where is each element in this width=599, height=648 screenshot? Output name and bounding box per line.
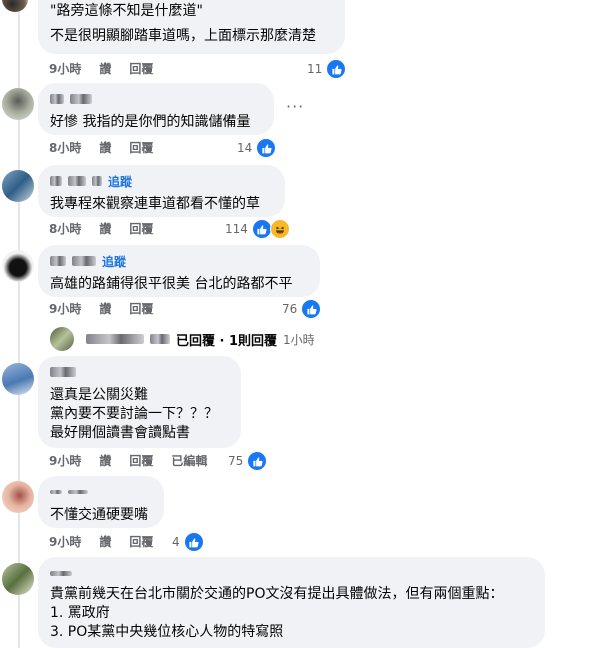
like-button[interactable]: 讚 xyxy=(99,452,111,469)
reaction-number: 75 xyxy=(228,454,244,468)
comment-time[interactable]: 9小時 xyxy=(49,533,81,550)
comment-text: 不懂交通硬要嘴 xyxy=(50,507,148,523)
comment-text: 貴黨前幾天在台北市關於交通的PO文沒有提出具體做法，但有兩個重點： 1. 罵政府… xyxy=(50,586,504,640)
like-button[interactable]: 讚 xyxy=(99,220,111,237)
comment-bubble: 追蹤 我專程來觀察連車道都看不懂的草 xyxy=(38,165,285,217)
like-button[interactable]: 讚 xyxy=(99,300,111,317)
reply-button[interactable]: 回覆 xyxy=(129,533,153,550)
comment-time[interactable]: 9小時 xyxy=(49,452,81,469)
reply-button[interactable]: 回覆 xyxy=(129,60,153,77)
like-icon xyxy=(326,59,347,79)
reply-button[interactable]: 回覆 xyxy=(129,139,153,156)
comment-time[interactable]: 8小時 xyxy=(49,139,81,156)
avatar[interactable] xyxy=(2,88,34,120)
author-name[interactable]: 追蹤 xyxy=(50,253,308,269)
like-button[interactable]: 讚 xyxy=(99,533,111,550)
comment-quote: "路旁這條不知是什麼道" xyxy=(50,3,203,19)
comment-bubble: 好慘 我指的是你們的知識儲備量 xyxy=(38,83,274,135)
avatar[interactable] xyxy=(2,481,34,513)
follow-button[interactable]: 追蹤 xyxy=(102,253,126,270)
reaction-number: 11 xyxy=(307,62,323,76)
author-name[interactable]: 追蹤 xyxy=(50,173,273,189)
comment-text: 高雄的路鋪得很平很美 台北的路都不平 xyxy=(50,276,293,292)
more-options-button[interactable]: ··· xyxy=(286,97,304,116)
comment-actions: 9小時 讚 回覆 xyxy=(49,531,171,551)
comment-text: 還真是公關災難 黨內要不要討論一下？？？ 最好開個讀書會讀點書 xyxy=(50,387,218,441)
comment-actions: 8小時 讚 回覆 xyxy=(49,137,171,157)
reply-time: 1小時 xyxy=(283,332,315,347)
comment-bubble: 貴黨前幾天在台北市關於交通的PO文沒有提出具體做法，但有兩個重點： 1. 罵政府… xyxy=(38,557,545,648)
reaction-number: 76 xyxy=(282,302,298,316)
haha-icon xyxy=(269,219,290,239)
like-icon xyxy=(247,451,268,471)
author-name[interactable] xyxy=(50,364,229,380)
avatar[interactable] xyxy=(2,363,34,395)
comment-bubble: 不懂交通硬要嘴 xyxy=(38,476,164,528)
author-name[interactable] xyxy=(50,565,533,581)
comment-actions: 9小時 讚 回覆 已編輯 xyxy=(49,450,225,470)
reaction-count[interactable]: 14 xyxy=(237,138,277,158)
author-name[interactable] xyxy=(50,91,262,107)
comment-actions: 9小時 讚 回覆 xyxy=(49,298,171,318)
avatar[interactable] xyxy=(2,0,28,12)
reply-button[interactable]: 回覆 xyxy=(129,220,153,237)
edited-label: 已編輯 xyxy=(171,453,208,468)
reply-summary[interactable]: 已回覆 · 1則回覆 xyxy=(176,330,277,349)
reaction-count[interactable]: 11 xyxy=(307,59,347,79)
like-icon xyxy=(251,219,272,239)
comment-time[interactable]: 9小時 xyxy=(49,300,81,317)
comment-text: 不是很明顯腳踏車道嗎，上面標示那麼清楚 xyxy=(50,28,316,44)
author-name[interactable] xyxy=(50,484,152,500)
reaction-count[interactable]: 75 xyxy=(228,451,268,471)
reply-avatar xyxy=(50,327,74,351)
comment-text: 好慘 我指的是你們的知識儲備量 xyxy=(50,114,251,130)
reaction-number: 114 xyxy=(225,222,248,236)
like-button[interactable]: 讚 xyxy=(99,60,111,77)
reaction-count[interactable]: 4 xyxy=(172,532,204,552)
reaction-count[interactable]: 114 xyxy=(225,219,290,239)
comment-time[interactable]: 8小時 xyxy=(49,220,81,237)
reply-button[interactable]: 回覆 xyxy=(129,452,153,469)
view-replies[interactable]: 已回覆 · 1則回覆 1小時 xyxy=(50,327,315,351)
comment-actions: 9小時 讚 回覆 xyxy=(49,58,171,78)
avatar[interactable] xyxy=(2,563,34,595)
reaction-number: 4 xyxy=(172,535,180,549)
like-icon xyxy=(301,299,322,319)
like-icon xyxy=(256,138,277,158)
comment-time[interactable]: 9小時 xyxy=(49,60,81,77)
comment-actions: 8小時 讚 回覆 xyxy=(49,218,171,238)
comment-bubble: "路旁這條不知是什麼道" 不是很明顯腳踏車道嗎，上面標示那麼清楚 xyxy=(38,0,345,54)
comment-bubble: 追蹤 高雄的路鋪得很平很美 台北的路都不平 xyxy=(38,245,320,297)
comment-bubble: 還真是公關災難 黨內要不要討論一下？？？ 最好開個讀書會讀點書 xyxy=(38,356,241,448)
avatar[interactable] xyxy=(2,170,34,202)
reply-button[interactable]: 回覆 xyxy=(129,300,153,317)
follow-button[interactable]: 追蹤 xyxy=(108,173,132,190)
comment-text: 我專程來觀察連車道都看不懂的草 xyxy=(50,196,260,212)
like-icon xyxy=(183,532,204,552)
like-button[interactable]: 讚 xyxy=(99,139,111,156)
reaction-number: 14 xyxy=(237,141,253,155)
reaction-count[interactable]: 76 xyxy=(282,299,322,319)
avatar[interactable] xyxy=(2,250,34,282)
reply-author-name xyxy=(86,334,144,344)
